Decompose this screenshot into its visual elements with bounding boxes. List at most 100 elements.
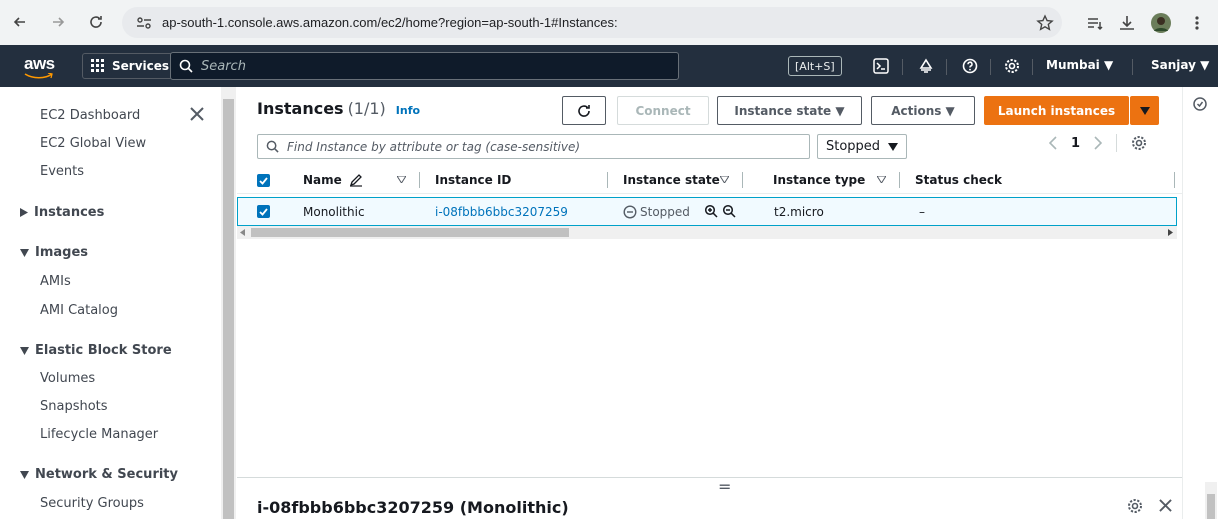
connect-button[interactable]: Connect <box>617 96 709 125</box>
close-sidebar-icon[interactable] <box>190 107 206 123</box>
scrollbar-thumb[interactable] <box>251 228 569 237</box>
refresh-button[interactable] <box>562 96 606 125</box>
region-selector[interactable]: Mumbai ▼ <box>1046 58 1113 72</box>
back-icon[interactable] <box>10 12 30 32</box>
launch-instances-button[interactable]: Launch instances <box>984 96 1129 125</box>
sidebar-item-snapshots[interactable]: Snapshots <box>40 399 108 414</box>
sidebar-section-network-security[interactable]: Network & Security <box>20 467 178 482</box>
sidebar-section-label: Instances <box>34 205 105 220</box>
split-panel-settings-gear-icon[interactable] <box>1127 498 1143 514</box>
services-label: Services <box>112 59 170 73</box>
instance-state-button[interactable]: Instance state ▼ <box>717 96 862 125</box>
search-icon <box>179 59 193 73</box>
notifications-panel-icon[interactable] <box>1193 97 1207 111</box>
instance-filter-input[interactable]: Find Instance by attribute or tag (case-… <box>257 134 810 159</box>
pagination: 1 <box>1049 134 1147 152</box>
state-filter-select[interactable]: Stopped <box>817 134 907 159</box>
sort-caret-icon[interactable] <box>397 176 406 183</box>
sidebar-scrollbar-thumb[interactable] <box>223 99 234 519</box>
row-checkbox[interactable] <box>257 205 270 218</box>
table-row[interactable]: Monolithic i-08fbbb6bbc3207259 Stopped t… <box>237 197 1177 226</box>
instance-count: (1/1) <box>347 99 386 118</box>
column-header-instance-id[interactable]: Instance ID <box>435 173 511 187</box>
column-header-name[interactable]: Name <box>303 173 342 187</box>
aws-logo[interactable]: aws <box>24 54 55 79</box>
profile-avatar-icon[interactable] <box>1150 12 1172 34</box>
cloudshell-icon[interactable] <box>872 57 890 75</box>
split-panel-scrollbar[interactable] <box>1205 482 1217 519</box>
cell-status-check: – <box>919 205 925 219</box>
sort-caret-icon[interactable] <box>720 176 729 183</box>
sidebar-item-amis[interactable]: AMIs <box>40 274 71 289</box>
cell-instance-state: Stopped <box>640 205 690 219</box>
search-shortcut-hint: [Alt+S] <box>788 56 842 76</box>
sort-caret-icon[interactable] <box>877 176 886 183</box>
sidebar-item-ec2-global-view[interactable]: EC2 Global View <box>40 136 146 151</box>
column-header-instance-state[interactable]: Instance state <box>623 173 720 187</box>
page-title: Instances <box>257 99 344 118</box>
current-page[interactable]: 1 <box>1071 136 1080 151</box>
download-icon[interactable] <box>1116 12 1138 34</box>
site-info-icon[interactable] <box>136 16 152 30</box>
right-tools-rail <box>1182 87 1218 519</box>
sidebar-item-ec2-dashboard[interactable]: EC2 Dashboard <box>40 108 140 123</box>
cell-instance-type: t2.micro <box>774 205 824 219</box>
column-header-instance-type[interactable]: Instance type <box>773 173 865 187</box>
caret-down-icon <box>888 142 898 151</box>
sidebar-item-lifecycle-manager[interactable]: Lifecycle Manager <box>40 427 158 442</box>
help-icon[interactable] <box>961 57 979 75</box>
table-horizontal-scrollbar[interactable] <box>237 226 1177 239</box>
stopped-status-icon <box>623 205 637 219</box>
sidebar-section-label: Images <box>35 245 89 260</box>
sidebar-item-events[interactable]: Events <box>40 164 84 179</box>
prev-page-icon[interactable] <box>1049 136 1057 150</box>
actions-button[interactable]: Actions ▼ <box>871 96 975 125</box>
caret-down-icon <box>20 346 29 355</box>
bookmark-star-icon[interactable] <box>1034 12 1056 34</box>
sidebar-section-ebs[interactable]: Elastic Block Store <box>20 343 172 358</box>
sidebar-section-instances[interactable]: Instances <box>20 205 104 220</box>
sidebar-scrollbar[interactable] <box>221 87 236 519</box>
aws-search-input[interactable]: Search [Alt+S] <box>170 52 842 80</box>
settings-gear-icon[interactable] <box>1003 57 1021 75</box>
search-icon <box>266 140 279 153</box>
info-link[interactable]: Info <box>396 104 420 117</box>
close-split-panel-icon[interactable] <box>1159 499 1172 512</box>
instances-main: Instances (1/1) Info Connect Instance st… <box>237 87 1182 519</box>
address-bar[interactable]: ap-south-1.console.aws.amazon.com/ec2/ho… <box>122 7 1062 38</box>
browser-menu-icon[interactable] <box>1186 12 1208 34</box>
select-all-checkbox[interactable] <box>257 174 270 187</box>
reading-list-icon[interactable] <box>1084 12 1106 34</box>
scrollbar-thumb[interactable] <box>1207 494 1215 519</box>
sidebar-item-volumes[interactable]: Volumes <box>40 371 95 386</box>
account-menu[interactable]: Sanjay ▼ <box>1151 58 1209 72</box>
caret-down-icon <box>20 248 29 257</box>
url-text: ap-south-1.console.aws.amazon.com/ec2/ho… <box>162 15 618 30</box>
reload-icon[interactable] <box>86 12 106 32</box>
sidebar-item-security-groups[interactable]: Security Groups <box>40 496 144 511</box>
column-header-status-check[interactable]: Status check <box>915 173 1002 187</box>
sidebar-item-ami-catalog[interactable]: AMI Catalog <box>40 303 118 318</box>
sidebar-section-label: Network & Security <box>35 467 178 482</box>
state-filter-value: Stopped <box>826 139 881 154</box>
sidebar-section-images[interactable]: Images <box>20 245 88 260</box>
zoom-out-icon[interactable] <box>722 204 736 218</box>
zoom-in-icon[interactable] <box>704 204 718 218</box>
scroll-right-arrow-icon[interactable] <box>1168 229 1173 236</box>
table-settings-gear-icon[interactable] <box>1131 135 1147 151</box>
refresh-icon <box>576 103 592 119</box>
caret-right-icon <box>20 208 28 217</box>
edit-pencil-icon[interactable] <box>349 173 363 187</box>
cell-instance-id-link[interactable]: i-08fbbb6bbc3207259 <box>435 205 568 219</box>
scroll-left-arrow-icon[interactable] <box>240 229 245 236</box>
instances-header: Instances (1/1) Info <box>257 99 420 118</box>
ec2-sidebar: EC2 Dashboard EC2 Global View Events Ins… <box>0 87 236 519</box>
services-menu-button[interactable]: Services <box>82 53 179 79</box>
split-panel-resize-handle[interactable]: = <box>718 477 731 496</box>
launch-instances-dropdown[interactable] <box>1130 96 1159 125</box>
forward-icon[interactable] <box>48 12 68 32</box>
next-page-icon[interactable] <box>1094 136 1103 150</box>
browser-toolbar: ap-south-1.console.aws.amazon.com/ec2/ho… <box>0 0 1218 45</box>
notifications-bell-icon[interactable] <box>917 57 935 75</box>
detail-panel-title: i-08fbbb6bbc3207259 (Monolithic) <box>257 498 569 517</box>
